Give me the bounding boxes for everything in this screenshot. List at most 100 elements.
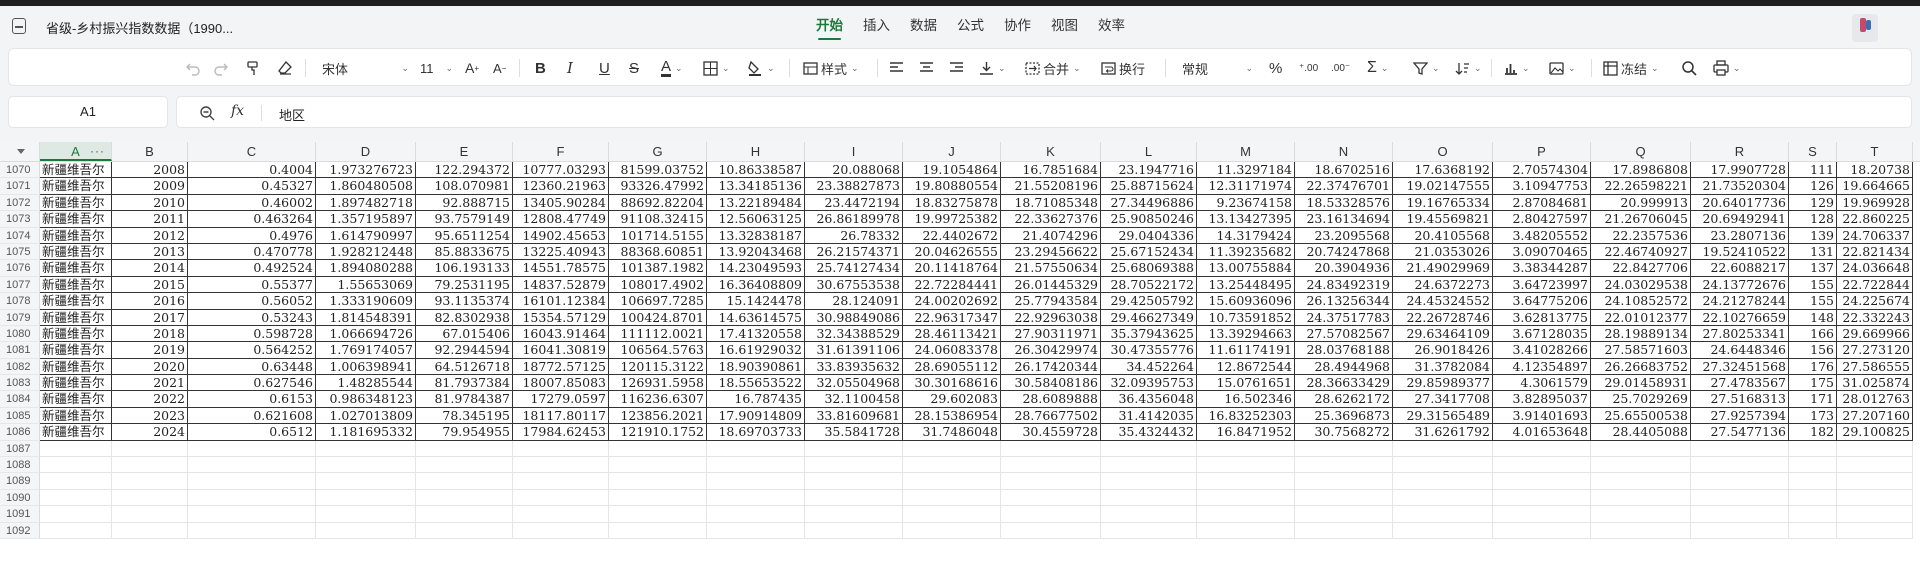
cell[interactable]: 30.67553538 xyxy=(805,276,903,294)
italic-icon[interactable]: I xyxy=(567,57,573,79)
cell[interactable] xyxy=(188,489,316,507)
cell[interactable]: 0.63448 xyxy=(188,358,316,376)
column-header-l[interactable]: L xyxy=(1101,142,1197,161)
cell[interactable]: 2011 xyxy=(112,211,188,228)
cell[interactable]: 155 xyxy=(1789,276,1837,294)
cell[interactable]: 27.57082567 xyxy=(1295,325,1393,343)
cell[interactable] xyxy=(1691,489,1789,507)
cell[interactable]: 32.05504968 xyxy=(805,375,903,392)
row-header[interactable]: 1070 xyxy=(0,162,40,179)
cell[interactable]: 108.070981 xyxy=(416,178,513,195)
cell[interactable]: 17279.0597 xyxy=(513,391,609,408)
cell[interactable]: 139 xyxy=(1789,227,1837,244)
cell[interactable]: 1.066694726 xyxy=(316,325,416,343)
column-header-s[interactable]: S xyxy=(1789,142,1837,161)
cell[interactable] xyxy=(40,489,112,507)
cell[interactable] xyxy=(112,506,188,523)
cell[interactable]: 27.5477136 xyxy=(1691,424,1789,441)
cell[interactable]: 27.34496886 xyxy=(1101,194,1197,212)
cell[interactable]: 122.294372 xyxy=(416,162,513,179)
cell[interactable]: 22.26598221 xyxy=(1591,178,1691,195)
cell[interactable]: 23.38827873 xyxy=(805,178,903,195)
row-header[interactable]: 1084 xyxy=(0,391,40,408)
cell[interactable]: 13.39294663 xyxy=(1197,325,1295,343)
cell[interactable]: 64.5126718 xyxy=(416,358,513,376)
cell[interactable]: 78.345195 xyxy=(416,407,513,425)
cell[interactable]: 22.722844 xyxy=(1837,276,1913,294)
cell[interactable]: 25.67152434 xyxy=(1101,243,1197,261)
cell[interactable]: 0.986348123 xyxy=(316,391,416,408)
cell[interactable]: 31.025874 xyxy=(1837,375,1913,392)
cell[interactable] xyxy=(903,522,1001,539)
cell[interactable]: 16.83252303 xyxy=(1197,407,1295,425)
cell[interactable] xyxy=(1295,440,1393,458)
cell[interactable]: 128 xyxy=(1789,211,1837,228)
cell[interactable]: 22.2357536 xyxy=(1591,227,1691,244)
cell[interactable] xyxy=(316,506,416,523)
column-header-m[interactable]: M xyxy=(1197,142,1295,161)
cell[interactable] xyxy=(1101,522,1197,539)
cell[interactable] xyxy=(1837,473,1913,490)
zoom-icon[interactable] xyxy=(199,105,215,124)
cell[interactable]: 93.1135374 xyxy=(416,293,513,310)
cell[interactable] xyxy=(112,440,188,458)
align-center-icon[interactable] xyxy=(919,57,934,79)
cell[interactable] xyxy=(609,522,707,539)
cell[interactable]: 101387.1982 xyxy=(609,260,707,277)
cell[interactable]: 24.03029538 xyxy=(1591,276,1691,294)
cell[interactable] xyxy=(513,506,609,523)
cell[interactable]: 2.70574304 xyxy=(1493,162,1591,179)
cell[interactable]: 2013 xyxy=(112,243,188,261)
cell[interactable]: 新疆维吾尔 xyxy=(40,227,112,244)
cell[interactable]: 33.81609681 xyxy=(805,407,903,425)
cell[interactable] xyxy=(1837,440,1913,458)
column-more-icon[interactable]: ··· xyxy=(90,142,105,161)
cell[interactable] xyxy=(707,473,805,490)
spreadsheet-grid[interactable]: A ··· B C D E F G H I J K L M N O P Q R S T 1070 新疆维吾尔 2008 0.4… xyxy=(0,142,1920,577)
cell[interactable]: 28.19889134 xyxy=(1591,325,1691,343)
cell[interactable]: 30.7568272 xyxy=(1295,424,1393,441)
cell[interactable] xyxy=(1101,473,1197,490)
cell[interactable] xyxy=(513,489,609,507)
cell[interactable]: 24.83492319 xyxy=(1295,276,1393,294)
document-icon[interactable] xyxy=(12,18,26,34)
cell[interactable]: 18.20738 xyxy=(1837,162,1913,179)
cell[interactable]: 25.74127434 xyxy=(805,260,903,277)
cell[interactable]: 1.894080288 xyxy=(316,260,416,277)
cell[interactable]: 19.45569821 xyxy=(1393,211,1493,228)
cell[interactable]: 27.273120 xyxy=(1837,342,1913,359)
cell[interactable]: 0.46002 xyxy=(188,194,316,212)
row-header[interactable]: 1072 xyxy=(0,194,40,212)
cell[interactable]: 23.29456622 xyxy=(1001,243,1101,261)
cell[interactable]: 新疆维吾尔 xyxy=(40,178,112,195)
cell[interactable]: 25.3696873 xyxy=(1295,407,1393,425)
cell[interactable]: 26.26683752 xyxy=(1591,358,1691,376)
cell[interactable]: 24.45324552 xyxy=(1393,293,1493,310)
cell[interactable] xyxy=(416,489,513,507)
cell[interactable]: 24.00202692 xyxy=(903,293,1001,310)
formula-value[interactable]: 地区 xyxy=(279,105,305,124)
column-header-j[interactable]: J xyxy=(903,142,1001,161)
cell[interactable]: 2012 xyxy=(112,227,188,244)
cell[interactable]: 29.100825 xyxy=(1837,424,1913,441)
cell[interactable]: 13.34185136 xyxy=(707,178,805,195)
cell[interactable]: 22.37476701 xyxy=(1295,178,1393,195)
cell[interactable]: 88368.60851 xyxy=(609,243,707,261)
row-header[interactable]: 1086 xyxy=(0,424,40,441)
cell[interactable]: 新疆维吾尔 xyxy=(40,243,112,261)
cell[interactable] xyxy=(1691,506,1789,523)
cell[interactable]: 19.80880554 xyxy=(903,178,1001,195)
cell[interactable]: 12.8672544 xyxy=(1197,358,1295,376)
percent-icon[interactable]: % xyxy=(1269,57,1282,79)
row-header[interactable]: 1092 xyxy=(0,522,40,539)
cell[interactable]: 166 xyxy=(1789,325,1837,343)
cell[interactable]: 34.452264 xyxy=(1101,358,1197,376)
cell[interactable] xyxy=(416,522,513,539)
cell[interactable]: 30.30168616 xyxy=(903,375,1001,392)
row-header[interactable]: 1071 xyxy=(0,178,40,195)
merge-button[interactable]: 合并 ⌄ xyxy=(1025,57,1081,79)
cell[interactable] xyxy=(1101,440,1197,458)
cell[interactable]: 33.83935632 xyxy=(805,358,903,376)
print-icon[interactable]: ⌄ xyxy=(1713,57,1741,79)
cell[interactable]: 新疆维吾尔 xyxy=(40,276,112,294)
